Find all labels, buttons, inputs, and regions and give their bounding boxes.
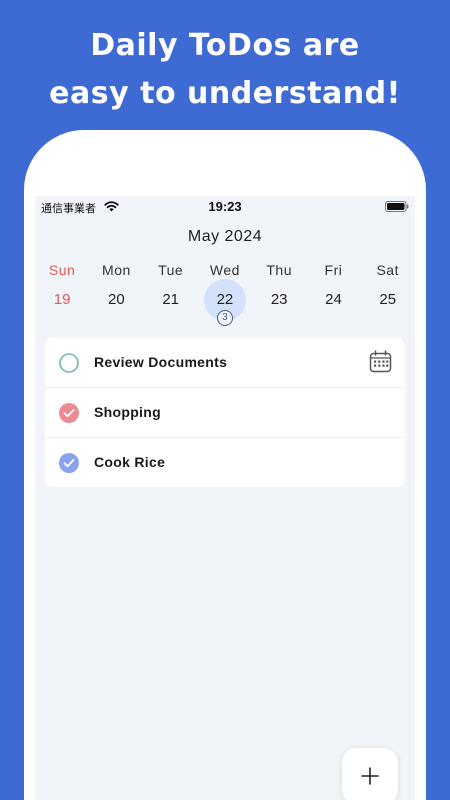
- date-number: 21: [162, 291, 179, 308]
- date-circle: 21: [150, 279, 192, 321]
- date-circle: 25: [367, 279, 409, 321]
- status-bar: 通信事業者 19:23: [35, 196, 415, 218]
- date-number: 20: [108, 291, 125, 308]
- week-strip: Sun 19 Mon 20 Tue 21 Wed 22 3 Thu 23 Fri…: [35, 260, 415, 326]
- todo-count-badge: 3: [216, 310, 233, 326]
- app-screen: 通信事業者 19:23 May 2024 Sun 19 Mon 20 Tue 2…: [35, 196, 415, 800]
- todo-list: Review Documents Shopping Cook Rice: [45, 338, 405, 487]
- weekday-label: Sun: [48, 262, 76, 278]
- weekday-label: Wed: [209, 262, 240, 278]
- todo-item-cook-rice[interactable]: Cook Rice: [45, 438, 405, 487]
- todo-item-shopping[interactable]: Shopping: [45, 388, 405, 438]
- todo-item-review-documents[interactable]: Review Documents: [45, 338, 405, 388]
- add-todo-button[interactable]: [342, 748, 398, 800]
- headline-line-1: Daily ToDos are: [90, 28, 360, 63]
- headline-line-2: easy to understand!: [49, 76, 401, 111]
- promo-canvas: Daily ToDos are easy to understand! 通信事業…: [0, 0, 450, 800]
- weekday-label: Sat: [376, 262, 399, 278]
- status-time: 19:23: [208, 199, 242, 214]
- date-circle: 19: [41, 279, 83, 321]
- month-label[interactable]: May 2024: [35, 228, 415, 246]
- date-number: 19: [53, 291, 71, 308]
- date-circle: 24: [312, 279, 354, 321]
- promo-headline: Daily ToDos are easy to understand!: [0, 22, 450, 118]
- date-number: 22: [216, 291, 234, 308]
- day-mon[interactable]: Mon 20: [89, 260, 143, 324]
- day-fri[interactable]: Fri 24: [306, 260, 360, 324]
- todo-label: Shopping: [94, 404, 161, 420]
- date-number: 23: [270, 291, 288, 308]
- phone-frame: 通信事業者 19:23 May 2024 Sun 19 Mon 20 Tue 2…: [24, 130, 426, 800]
- date-number: 24: [325, 291, 342, 308]
- checked-circle-icon[interactable]: [59, 453, 79, 473]
- date-number: 25: [379, 291, 397, 308]
- day-sun[interactable]: Sun 19: [35, 260, 89, 324]
- checked-circle-icon[interactable]: [59, 403, 79, 423]
- weekday-label: Fri: [324, 262, 343, 278]
- unchecked-circle-icon[interactable]: [59, 353, 79, 373]
- plus-icon: [361, 767, 379, 785]
- weekday-label: Tue: [158, 262, 184, 278]
- date-circle: 20: [95, 279, 137, 321]
- date-circle: 23: [258, 279, 300, 321]
- weekday-label: Mon: [102, 262, 131, 278]
- todo-label: Cook Rice: [94, 454, 166, 470]
- weekday-label: Thu: [266, 262, 292, 278]
- day-sat[interactable]: Sat 25: [361, 260, 415, 324]
- todo-label: Review Documents: [94, 354, 228, 370]
- day-wed[interactable]: Wed 22 3: [198, 260, 252, 326]
- day-thu[interactable]: Thu 23: [252, 260, 306, 324]
- day-tue[interactable]: Tue 21: [144, 260, 198, 324]
- calendar-icon[interactable]: [369, 350, 392, 373]
- battery-icon: [385, 201, 409, 212]
